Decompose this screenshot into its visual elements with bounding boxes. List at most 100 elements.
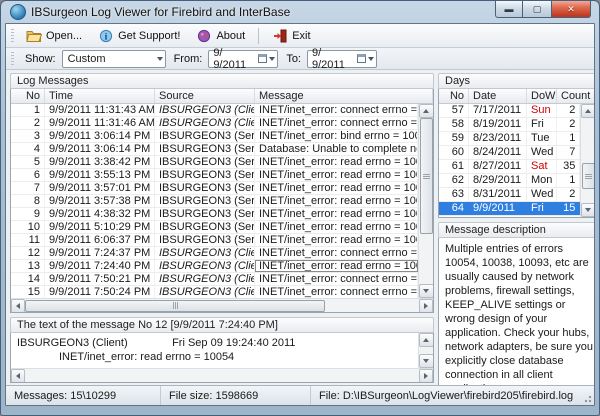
log-col-time[interactable]: Time (45, 89, 155, 103)
log-table-row[interactable]: 69/9/2011 3:55:13 PMIBSURGEON3 (Server)I… (11, 169, 418, 182)
scroll-down-button[interactable] (419, 354, 434, 368)
log-cell-no: 12 (11, 247, 45, 259)
log-table-body: 19/9/2011 11:31:43 AMIBSURGEON3 (Client)… (11, 104, 418, 298)
log-horizontal-scrollbar[interactable] (11, 298, 433, 312)
scrollbar-track[interactable] (325, 299, 419, 313)
log-cell-source: IBSURGEON3 (Server) (155, 130, 255, 142)
log-cell-message: INET/inet_error: connect errno = 10061 (255, 247, 418, 259)
scroll-down-button[interactable] (419, 284, 434, 298)
about-button[interactable]: About (189, 26, 252, 46)
scroll-right-button[interactable] (419, 299, 433, 313)
scroll-left-button[interactable] (11, 369, 25, 383)
log-vertical-scrollbar[interactable] (418, 104, 433, 298)
day-cell-no: 59 (439, 132, 469, 145)
days-panel-title: Days (438, 73, 594, 89)
log-table-row[interactable]: 79/9/2011 3:57:01 PMIBSURGEON3 (Server)I… (11, 182, 418, 195)
days-col-no[interactable]: No (439, 89, 469, 103)
show-select[interactable]: Custom (62, 50, 166, 68)
log-table-row[interactable]: 19/9/2011 11:31:43 AMIBSURGEON3 (Client)… (11, 104, 418, 117)
app-window: IBSurgeon Log Viewer for Firebird and In… (0, 0, 600, 416)
exit-button[interactable]: Exit (265, 26, 317, 46)
log-cell-no: 2 (11, 117, 45, 129)
scrollbar-track[interactable] (419, 234, 434, 284)
scrollbar-track[interactable] (25, 369, 419, 383)
scrollbar-track[interactable] (581, 189, 594, 203)
message-timestamp: Fri Sep 09 19:24:40 2011 (172, 337, 295, 349)
log-cell-message: INET/inet_error: read errno = 10054 (255, 182, 418, 194)
log-cell-source: IBSURGEON3 (Server) (155, 182, 255, 194)
message-vertical-scrollbar[interactable] (418, 333, 433, 368)
to-date-input[interactable]: 9/ 9/2011 (307, 50, 377, 68)
log-table-row[interactable]: 139/9/2011 7:24:40 PMIBSURGEON3 (Client)… (11, 260, 418, 273)
minimize-button[interactable]: ▬ (495, 1, 523, 18)
filterbar-grip[interactable] (11, 52, 14, 66)
scrollbar-track[interactable] (419, 347, 434, 354)
log-col-no[interactable]: No (11, 89, 45, 103)
log-table-row[interactable]: 29/9/2011 11:31:46 AMIBSURGEON3 (Client)… (11, 117, 418, 130)
log-cell-source: IBSURGEON3 (Server) (155, 234, 255, 246)
days-table-row[interactable]: 628/29/2011Mon1 (439, 174, 580, 188)
days-col-dow[interactable]: DoW (527, 89, 557, 103)
log-table-row[interactable]: 49/9/2011 3:06:14 PMIBSURGEON3 (Server)D… (11, 143, 418, 156)
log-table-row[interactable]: 99/9/2011 4:38:32 PMIBSURGEON3 (Server)I… (11, 208, 418, 221)
app-icon (10, 4, 26, 20)
scrollbar-track[interactable] (581, 118, 594, 163)
days-table-row[interactable]: 577/17/2011Sun2 (439, 104, 580, 118)
log-cell-message: Database: Unable to complete network req… (255, 143, 418, 155)
days-table-row[interactable]: 608/24/2011Wed7 (439, 146, 580, 160)
days-table-row[interactable]: 618/27/2011Sat35 (439, 160, 580, 174)
toolbar-grip[interactable] (11, 29, 14, 43)
log-cell-time: 9/9/2011 3:06:14 PM (45, 130, 155, 142)
days-col-count[interactable]: Count (557, 89, 594, 103)
resize-grip[interactable] (582, 393, 592, 403)
log-col-source[interactable]: Source (155, 89, 255, 103)
days-table-row[interactable]: 638/31/2011Wed2 (439, 188, 580, 202)
day-cell-dow: Fri (527, 118, 557, 131)
log-cell-source: IBSURGEON3 (Client) (155, 117, 255, 129)
log-table-row[interactable]: 149/9/2011 7:50:21 PMIBSURGEON3 (Client)… (11, 273, 418, 286)
left-column: Log Messages No Time Source Message 19/9… (10, 73, 434, 383)
days-table-row[interactable]: 598/23/2011Tue1 (439, 132, 580, 146)
days-col-date[interactable]: Date (469, 89, 527, 103)
chevron-down-icon (269, 57, 275, 61)
scrollbar-thumb[interactable] (25, 300, 325, 312)
scrollbar-thumb[interactable] (420, 118, 433, 234)
scroll-up-button[interactable] (419, 104, 434, 118)
message-horizontal-scrollbar[interactable] (11, 368, 433, 382)
maximize-button[interactable]: ▢ (523, 1, 551, 18)
scroll-up-button[interactable] (581, 104, 594, 118)
log-cell-time: 9/9/2011 3:57:01 PM (45, 182, 155, 194)
scrollbar-thumb[interactable] (582, 163, 594, 189)
chevron-down-icon (368, 57, 374, 61)
log-table-row[interactable]: 119/9/2011 6:06:37 PMIBSURGEON3 (Server)… (11, 234, 418, 247)
days-table-row[interactable]: 649/9/2011Fri15 (439, 202, 580, 216)
open-button[interactable]: Open... (19, 26, 89, 46)
log-table-row[interactable]: 159/9/2011 7:50:24 PMIBSURGEON3 (Client)… (11, 286, 418, 298)
description-title: Message description (438, 222, 594, 238)
scroll-left-button[interactable] (11, 299, 25, 313)
log-cell-source: IBSURGEON3 (Client) (155, 260, 255, 272)
log-cell-no: 9 (11, 208, 45, 220)
titlebar: IBSurgeon Log Viewer for Firebird and In… (5, 1, 595, 23)
from-date-input[interactable]: 9/ 9/2011 (208, 50, 278, 68)
scroll-up-button[interactable] (419, 333, 434, 347)
close-button[interactable]: ✕ (551, 1, 591, 18)
log-table-row[interactable]: 59/9/2011 3:38:42 PMIBSURGEON3 (Server)I… (11, 156, 418, 169)
days-vertical-scrollbar[interactable] (580, 104, 594, 217)
get-support-button[interactable]: i Get Support! (91, 26, 187, 46)
about-icon (196, 29, 212, 43)
scroll-down-button[interactable] (581, 203, 594, 217)
log-table-row[interactable]: 39/9/2011 3:06:14 PMIBSURGEON3 (Server)I… (11, 130, 418, 143)
from-label: From: (174, 53, 203, 65)
log-table-row[interactable]: 109/9/2011 5:10:29 PMIBSURGEON3 (Server)… (11, 221, 418, 234)
log-cell-time: 9/9/2011 11:31:43 AM (45, 104, 155, 116)
log-cell-no: 6 (11, 169, 45, 181)
log-cell-source: IBSURGEON3 (Client) (155, 286, 255, 298)
log-cell-message: INET/inet_error: connect errno = 10061 (255, 104, 418, 116)
description-paragraph: Multiple entries of errors 10054, 10038,… (445, 242, 593, 385)
log-table-row[interactable]: 129/9/2011 7:24:37 PMIBSURGEON3 (Client)… (11, 247, 418, 260)
log-table-row[interactable]: 89/9/2011 3:57:38 PMIBSURGEON3 (Server)I… (11, 195, 418, 208)
days-table-row[interactable]: 588/19/2011Fri2 (439, 118, 580, 132)
scroll-right-button[interactable] (419, 369, 433, 383)
log-col-message[interactable]: Message (255, 89, 433, 103)
